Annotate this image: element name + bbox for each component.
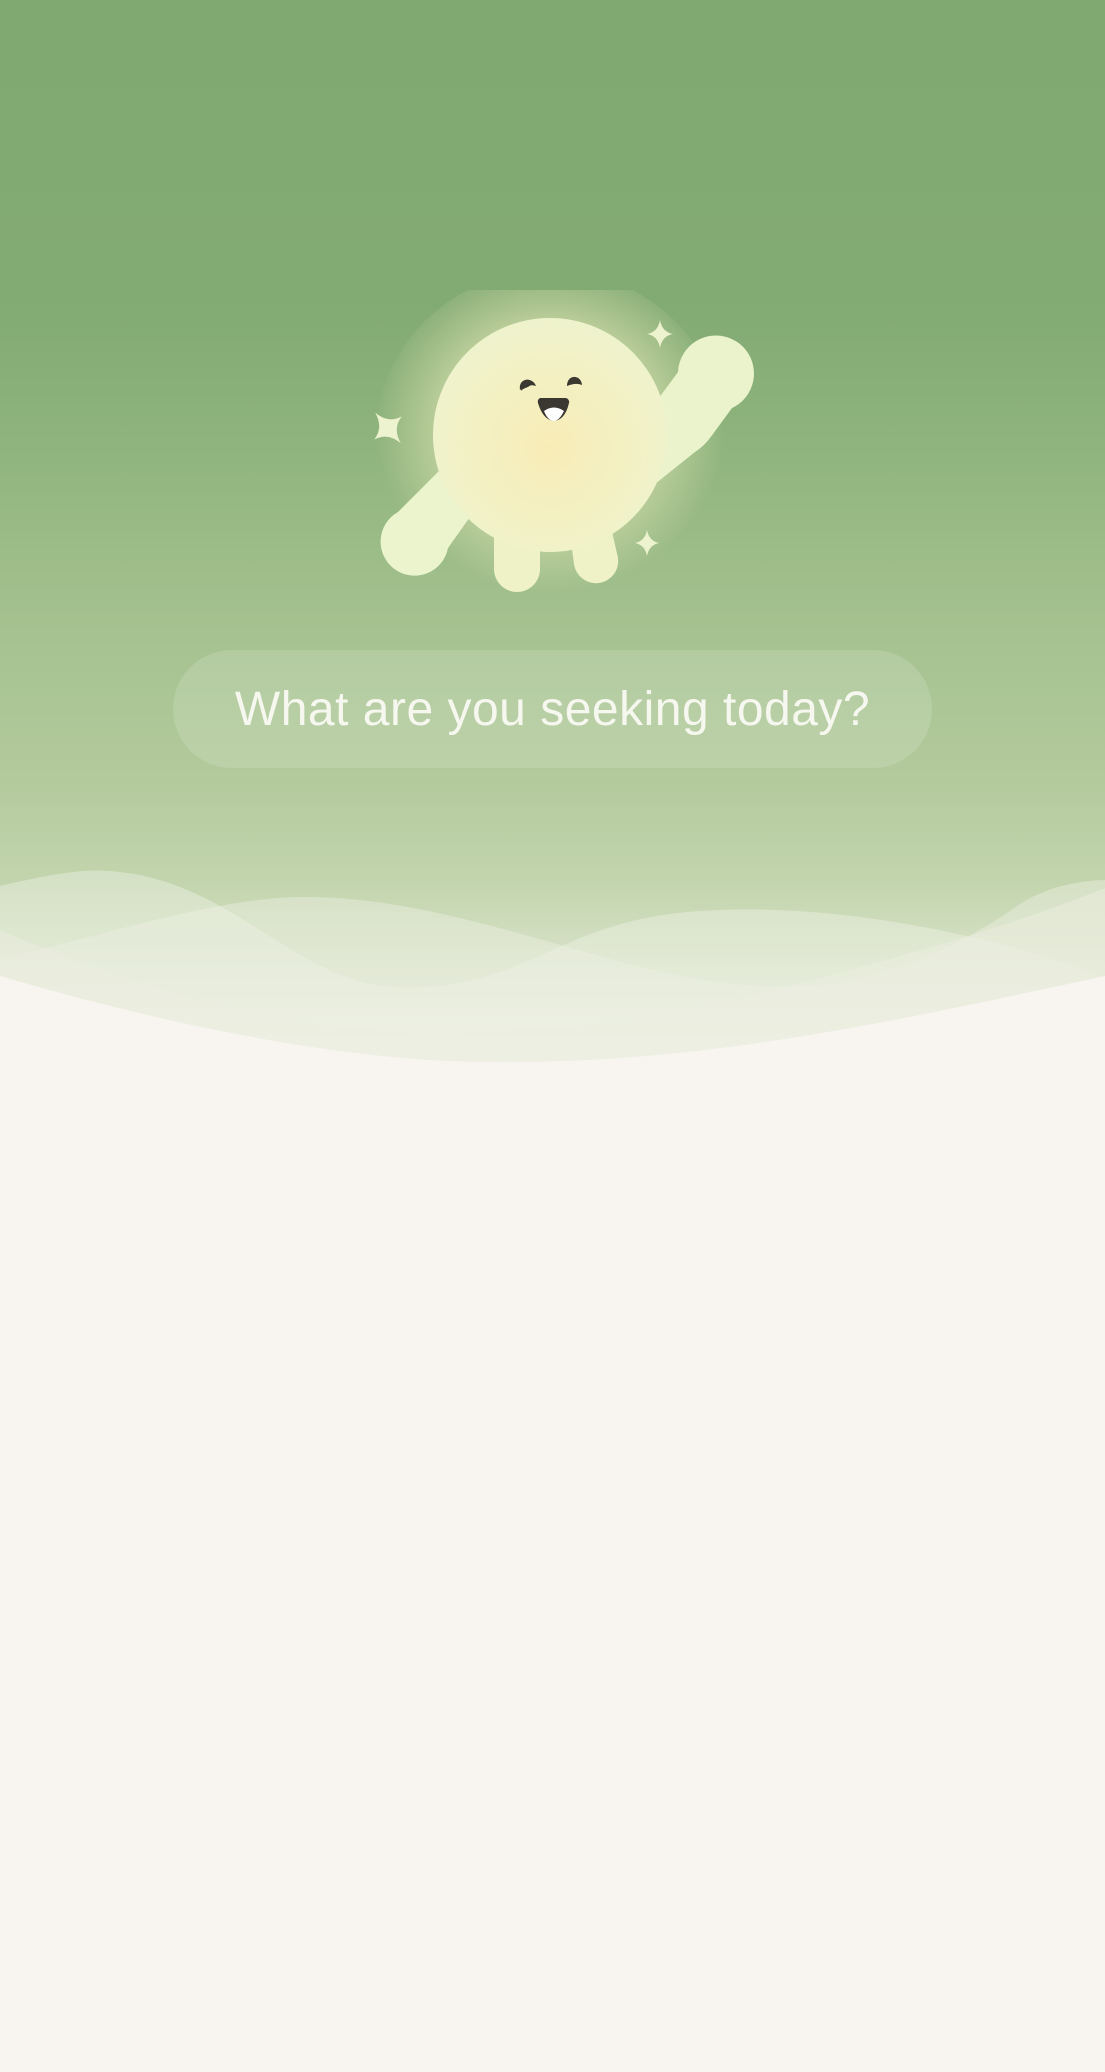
wave-divider [0, 870, 1105, 1080]
prompt-question: What are you seeking today? [234, 682, 871, 736]
waving-sun-mascot-icon [374, 290, 754, 610]
hero-header: What are you seeking today? [0, 0, 1105, 1080]
prompt-banner: What are you seeking today? [173, 650, 932, 768]
content-area [0, 1080, 1105, 2072]
